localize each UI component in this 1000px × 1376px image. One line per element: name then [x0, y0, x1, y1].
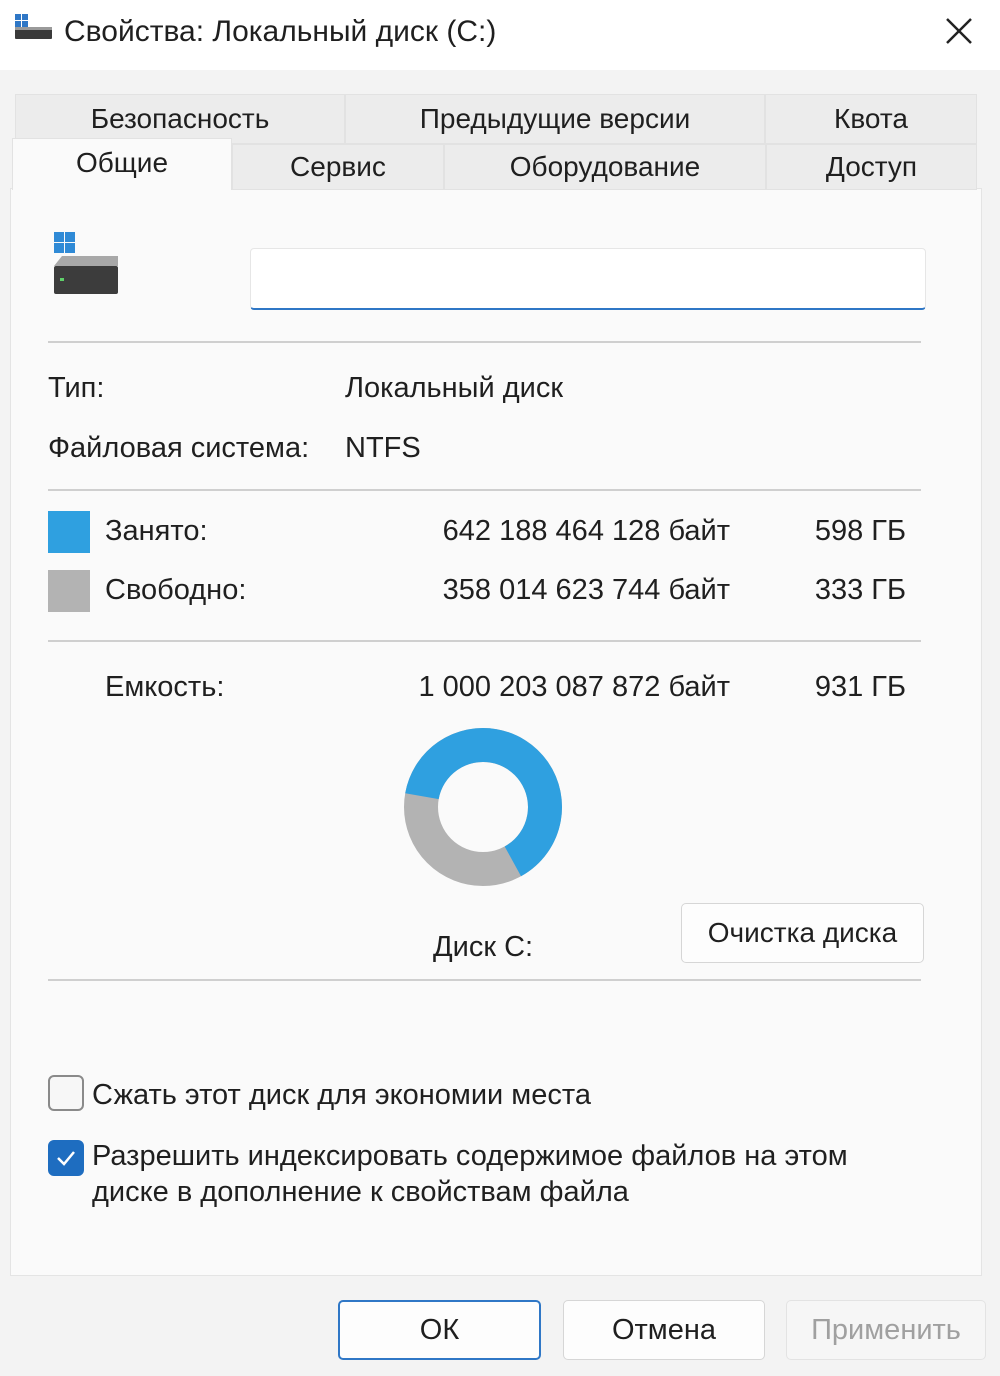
separator	[48, 640, 921, 642]
tab-label: Предыдущие версии	[419, 103, 691, 134]
used-space-swatch	[48, 511, 90, 553]
tab-previous-versions[interactable]: Предыдущие версии	[345, 94, 765, 144]
checkmark-icon	[57, 1151, 75, 1166]
tab-sharing[interactable]: Доступ	[766, 144, 977, 190]
tab-general[interactable]: Общие	[12, 138, 232, 190]
hard-drive-icon	[54, 232, 118, 294]
drive-icon	[15, 14, 52, 39]
filesystem-value: NTFS	[345, 432, 421, 464]
separator	[48, 979, 921, 981]
title-bar: Свойства: Локальный диск (C:)	[0, 0, 1000, 70]
compress-drive-label: Сжать этот диск для экономии места	[92, 1079, 591, 1111]
tab-hardware[interactable]: Оборудование	[444, 144, 766, 190]
tab-security[interactable]: Безопасность	[15, 94, 345, 144]
used-label: Занято:	[105, 515, 208, 547]
tab-label: Сервис	[290, 151, 386, 182]
capacity-size: 931 ГБ	[814, 671, 906, 703]
tab-label: Оборудование	[509, 151, 701, 182]
filesystem-label: Файловая система:	[48, 432, 310, 464]
tab-tools[interactable]: Сервис	[232, 144, 444, 190]
used-size: 598 ГБ	[814, 515, 906, 547]
disk-usage-donut-chart	[404, 728, 562, 887]
close-button[interactable]	[930, 6, 988, 56]
disk-caption: Диск C:	[433, 931, 534, 963]
drive-name-input[interactable]	[250, 248, 926, 310]
used-bytes: 642 188 464 128 байт	[442, 515, 730, 547]
tab-label: Квота	[834, 103, 908, 134]
tab-label: Общие	[75, 147, 169, 178]
window-title: Свойства: Локальный диск (C:)	[64, 15, 497, 48]
apply-button[interactable]: Применить	[786, 1300, 986, 1360]
allow-indexing-label-line2: диске в дополнение к свойствам файла	[92, 1176, 629, 1208]
free-label: Свободно:	[105, 574, 247, 606]
type-label: Тип:	[48, 372, 105, 404]
disk-cleanup-button[interactable]: Очистка диска	[681, 903, 924, 963]
tab-strip: Безопасность Предыдущие версии Квота Общ…	[10, 90, 982, 190]
capacity-bytes: 1 000 203 087 872 байт	[418, 671, 730, 703]
cancel-button[interactable]: Отмена	[563, 1300, 765, 1360]
tab-label: Доступ	[825, 151, 918, 182]
free-bytes: 358 014 623 744 байт	[442, 574, 730, 606]
allow-indexing-label-line1: Разрешить индексировать содержимое файло…	[92, 1140, 848, 1172]
separator	[48, 341, 921, 343]
separator	[48, 489, 921, 491]
tab-quota[interactable]: Квота	[765, 94, 977, 144]
ok-button[interactable]: ОК	[338, 1300, 541, 1360]
capacity-label: Емкость:	[105, 671, 225, 703]
tab-label: Безопасность	[90, 103, 270, 134]
compress-drive-checkbox[interactable]	[48, 1075, 84, 1111]
close-icon	[946, 18, 972, 44]
free-size: 333 ГБ	[814, 574, 906, 606]
allow-indexing-checkbox[interactable]	[48, 1140, 84, 1176]
free-space-swatch	[48, 570, 90, 612]
type-value: Локальный диск	[345, 372, 564, 404]
